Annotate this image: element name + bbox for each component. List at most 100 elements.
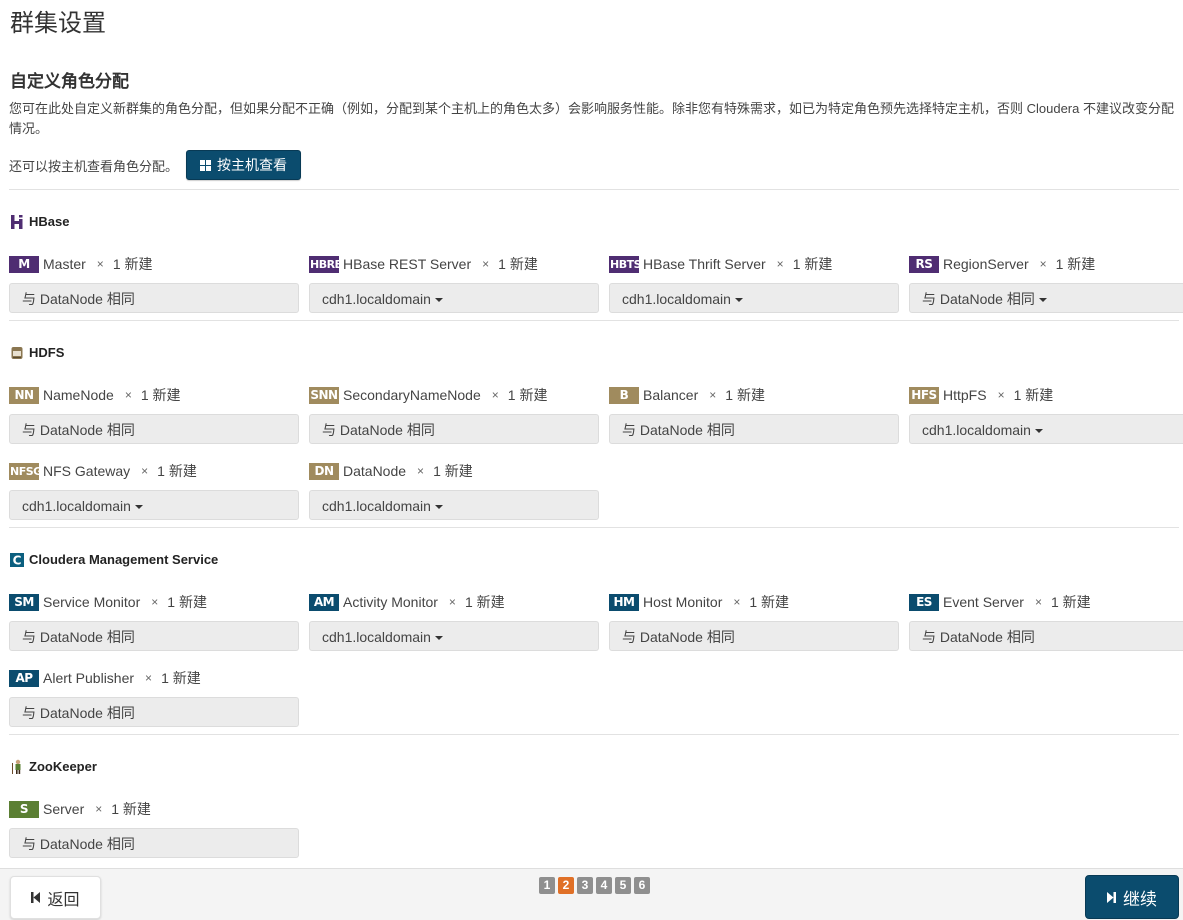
role-host-select[interactable]: cdh1.localdomain — [909, 414, 1183, 444]
caret-down-icon — [1038, 298, 1047, 303]
service-header-hbase: HBase — [10, 214, 69, 229]
role-host-value: 与 DataNode 相同 — [322, 422, 435, 438]
wizard-footer: 返回 123456 继续 — [0, 868, 1183, 920]
view-by-host-button[interactable]: 按主机查看 — [186, 150, 302, 180]
pager-step-5[interactable]: 5 — [615, 877, 631, 894]
role-name: Server — [43, 801, 85, 817]
caret-down-icon — [434, 298, 443, 303]
svg-text:C: C — [13, 553, 22, 567]
role-assignment: SNN SecondaryNameNode × 1 新建 与 DataNode … — [309, 386, 599, 444]
service-name: HBase — [29, 214, 70, 229]
times-sign: × — [448, 595, 456, 609]
times-sign: × — [417, 464, 425, 478]
role-host-select[interactable]: 与 DataNode 相同 — [9, 697, 299, 727]
role-count: 1 新建 — [161, 670, 201, 686]
role-host-select[interactable]: cdh1.localdomain — [309, 490, 599, 520]
role-host-select[interactable]: 与 DataNode 相同 — [9, 414, 299, 444]
caret-down-icon — [434, 636, 443, 641]
role-host-select[interactable]: 与 DataNode 相同 — [309, 414, 599, 444]
role-count: 1 新建 — [111, 801, 151, 817]
role-host-select[interactable]: 与 DataNode 相同 — [9, 283, 299, 313]
role-host-value: cdh1.localdomain — [922, 422, 1031, 438]
page: 群集设置 自定义角色分配 您可在此处自定义新群集的角色分配，但如果分配不正确（例… — [0, 0, 1183, 868]
role-assignment: M Master × 1 新建 与 DataNode 相同 — [9, 255, 299, 313]
pager-step-4[interactable]: 4 — [596, 877, 612, 894]
role-host-select[interactable]: 与 DataNode 相同 — [609, 621, 899, 651]
divider — [9, 189, 1179, 190]
role-name: HttpFS — [943, 387, 987, 403]
service-name: HDFS — [29, 345, 65, 360]
role-host-select[interactable]: 与 DataNode 相同 — [9, 828, 299, 858]
role-count: 1 新建 — [140, 387, 181, 403]
role-label: AM Activity Monitor × 1 新建 — [309, 593, 599, 611]
role-count: 1 新建 — [167, 594, 207, 610]
role-label: NN NameNode × 1 新建 — [9, 386, 299, 404]
role-host-value: 与 DataNode 相同 — [922, 629, 1035, 645]
hdfs-icon — [10, 346, 24, 360]
role-host-select[interactable]: 与 DataNode 相同 — [609, 414, 899, 444]
role-assignment: NFSG NFS Gateway × 1 新建 cdh1.localdomain — [9, 462, 299, 520]
role-assignment: S Server × 1 新建 与 DataNode 相同 — [9, 800, 299, 858]
role-count: 1 新建 — [792, 256, 833, 272]
role-label: DN DataNode × 1 新建 — [309, 462, 599, 480]
role-count: 1 新建 — [433, 463, 473, 479]
role-assignment: HFS HttpFS × 1 新建 cdh1.localdomain — [909, 386, 1183, 444]
times-sign: × — [1034, 595, 1042, 609]
role-name: NFS Gateway — [43, 463, 131, 479]
view-by-host-label: 按主机查看 — [217, 157, 288, 173]
section-title: 自定义角色分配 — [10, 72, 129, 91]
role-badge: DN — [309, 462, 339, 480]
back-button[interactable]: 返回 — [10, 876, 101, 919]
role-assignment: HM Host Monitor × 1 新建 与 DataNode 相同 — [609, 593, 899, 651]
role-host-select[interactable]: 与 DataNode 相同 — [9, 621, 299, 651]
role-host-select[interactable]: 与 DataNode 相同 — [909, 283, 1183, 313]
view-by-host-row: 还可以按主机查看角色分配。 按主机查看 — [9, 150, 302, 180]
role-assignment: ES Event Server × 1 新建 与 DataNode 相同 — [909, 593, 1183, 651]
role-badge: AP — [9, 669, 39, 687]
grid-icon — [200, 159, 212, 171]
pager-step-3[interactable]: 3 — [577, 877, 593, 894]
pager-step-2[interactable]: 2 — [558, 877, 574, 894]
role-label: AP Alert Publisher × 1 新建 — [9, 669, 299, 687]
role-name: RegionServer — [943, 256, 1029, 272]
service-name: Cloudera Management Service — [29, 552, 219, 567]
role-count: 1 新建 — [507, 387, 548, 403]
service-header-zookeeper: ZooKeeper — [10, 759, 97, 774]
times-sign: × — [709, 388, 717, 402]
role-count: 1 新建 — [1013, 387, 1054, 403]
role-assignment: HBTS HBase Thrift Server × 1 新建 cdh1.loc… — [609, 255, 899, 313]
role-host-value: 与 DataNode 相同 — [22, 629, 135, 645]
pager-step-1[interactable]: 1 — [539, 877, 555, 894]
hbase-icon — [10, 214, 24, 229]
role-host-value: 与 DataNode 相同 — [622, 422, 735, 438]
caret-down-icon — [134, 505, 143, 510]
service-name: ZooKeeper — [29, 759, 97, 774]
pager-step-6[interactable]: 6 — [634, 877, 650, 894]
divider — [9, 320, 1179, 321]
back-label: 返回 — [47, 891, 80, 909]
role-label: SNN SecondaryNameNode × 1 新建 — [309, 386, 599, 404]
role-count: 1 新建 — [498, 256, 538, 272]
cloudera-icon: C — [10, 552, 24, 567]
continue-button[interactable]: 继续 — [1085, 875, 1179, 919]
role-name: Service Monitor — [43, 594, 141, 610]
role-host-select[interactable]: cdh1.localdomain — [309, 621, 599, 651]
role-label: B Balancer × 1 新建 — [609, 386, 899, 404]
role-badge: S — [9, 800, 39, 818]
role-host-value: 与 DataNode 相同 — [22, 422, 135, 438]
role-badge: NFSG — [9, 462, 39, 480]
role-assignment: NN NameNode × 1 新建 与 DataNode 相同 — [9, 386, 299, 444]
role-host-select[interactable]: cdh1.localdomain — [309, 283, 599, 313]
role-host-select[interactable]: cdh1.localdomain — [9, 490, 299, 520]
role-host-select[interactable]: 与 DataNode 相同 — [909, 621, 1183, 651]
role-host-select[interactable]: cdh1.localdomain — [609, 283, 899, 313]
role-name: Master — [43, 256, 86, 272]
role-host-value: 与 DataNode 相同 — [22, 705, 135, 721]
continue-label: 继续 — [1123, 889, 1157, 909]
role-count: 1 新建 — [157, 463, 197, 479]
role-badge: HM — [609, 593, 639, 611]
role-host-value: cdh1.localdomain — [622, 291, 731, 307]
role-label: HFS HttpFS × 1 新建 — [909, 386, 1183, 404]
role-host-value: 与 DataNode 相同 — [622, 629, 735, 645]
role-assignment: DN DataNode × 1 新建 cdh1.localdomain — [309, 462, 599, 520]
